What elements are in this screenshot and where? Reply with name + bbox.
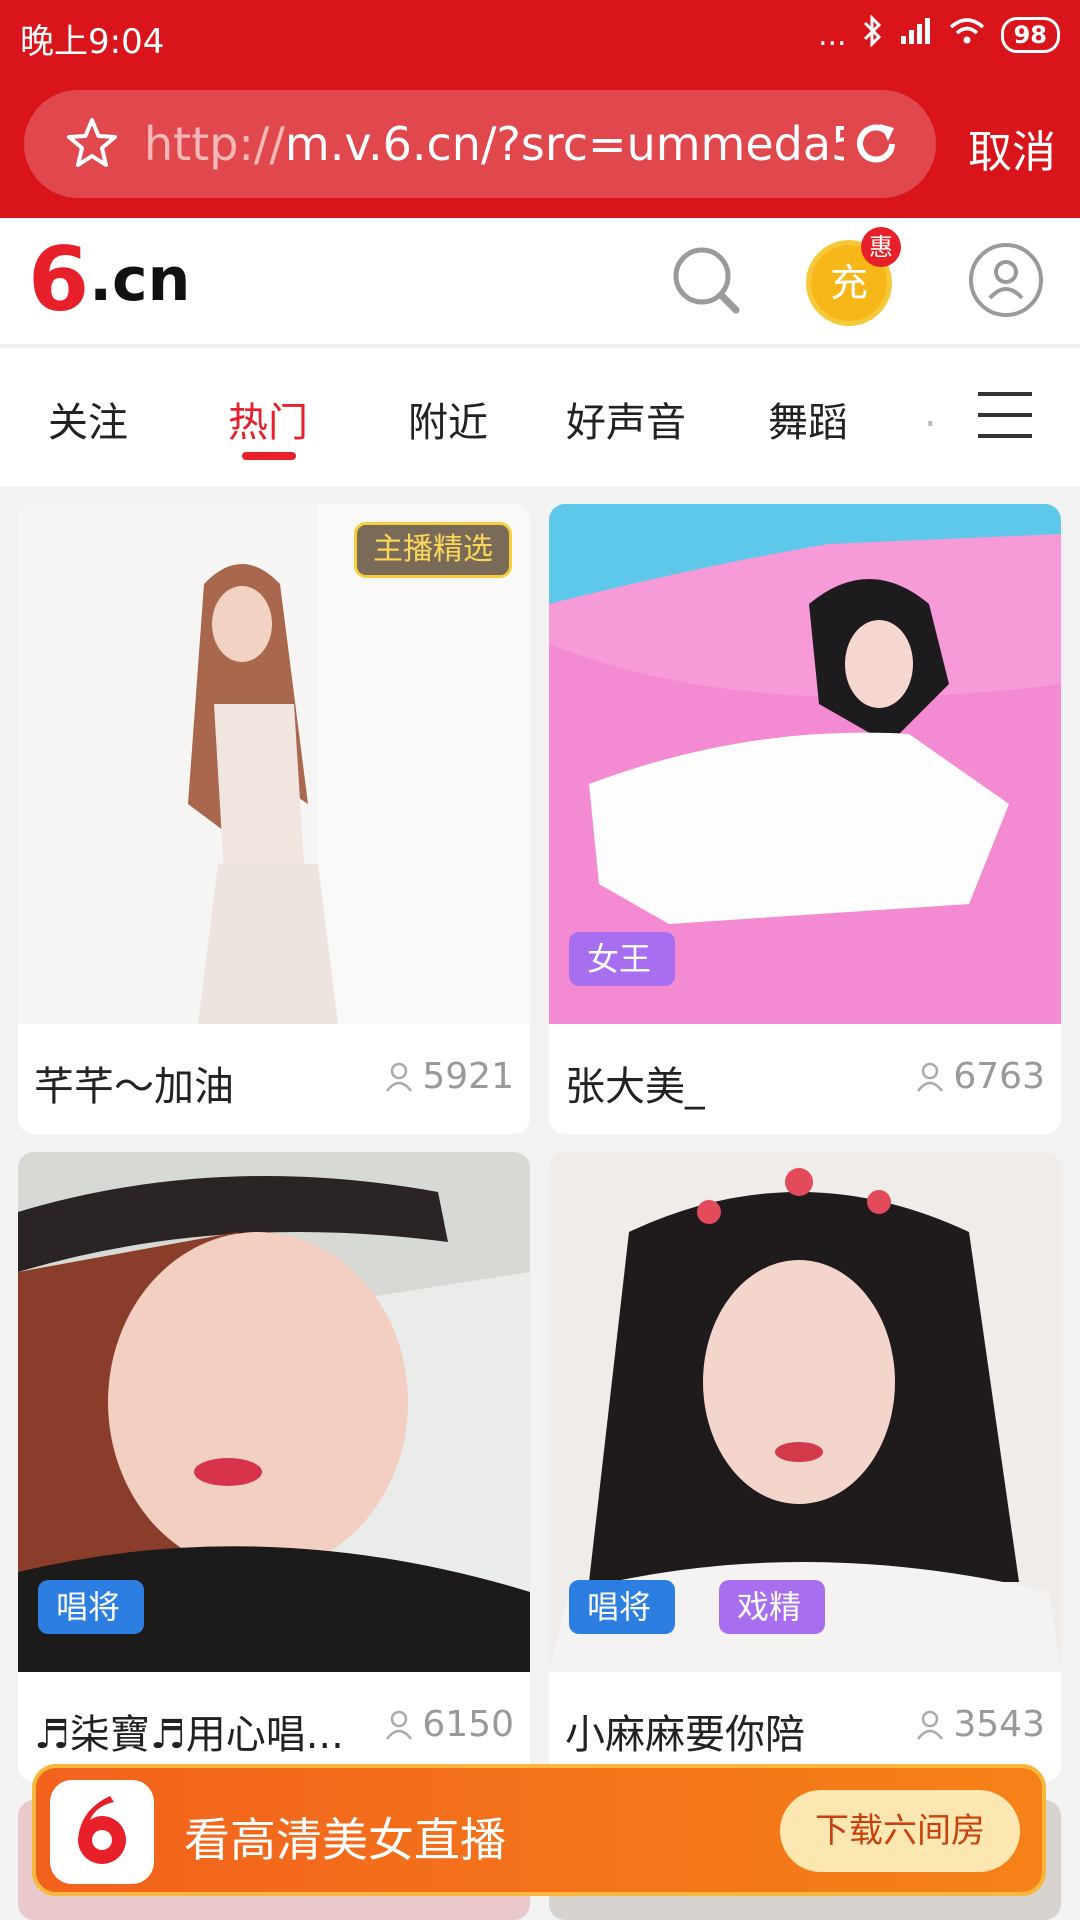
viewer-icon bbox=[917, 1062, 944, 1092]
url-scheme: http:// bbox=[144, 117, 285, 171]
category-tabs: 关注 热门 附近 好声音 舞蹈 . bbox=[0, 348, 1080, 486]
viewer-count-value: 6150 bbox=[422, 1704, 514, 1745]
cancel-button[interactable]: 取消 bbox=[968, 116, 1056, 180]
reload-icon[interactable] bbox=[846, 114, 906, 174]
streamer-name: 张大美_ bbox=[565, 1064, 705, 1110]
recharge-label: 充 bbox=[829, 261, 868, 305]
download-button[interactable]: 下载六间房 bbox=[780, 1790, 1020, 1872]
battery-indicator: 98 bbox=[1000, 17, 1060, 53]
tag-singer: 唱将 bbox=[569, 1580, 676, 1634]
site-logo[interactable]: 6 .cn bbox=[28, 228, 191, 331]
card-caption: 芊芊～加油 5921 bbox=[18, 1024, 530, 1134]
tab-dance[interactable]: 舞蹈 bbox=[768, 390, 848, 448]
download-app-banner[interactable]: 看高清美女直播 下载六间房 bbox=[32, 1764, 1046, 1896]
url-host-path: m.v.6.cn/?src=ummeda56 bbox=[284, 117, 844, 171]
tab-nearby[interactable]: 附近 bbox=[408, 390, 488, 448]
stream-card[interactable]: 唱将 ♬柒寶♬用心唱... 6150 bbox=[18, 1152, 530, 1782]
tab-hot[interactable]: 热门 bbox=[228, 390, 308, 448]
status-icons: ... 98 bbox=[818, 14, 1060, 56]
streamer-name: ♬柒寶♬用心唱... bbox=[34, 1712, 344, 1758]
recharge-button[interactable]: 充 惠 bbox=[806, 227, 901, 326]
logo-six: 6 bbox=[28, 228, 90, 331]
tab-overflow[interactable]: . bbox=[924, 390, 937, 436]
viewer-count-value: 5921 bbox=[422, 1056, 514, 1097]
tag-queen: 女王 bbox=[569, 932, 676, 986]
address-bar[interactable]: http://m.v.6.cn/?src=ummeda56 bbox=[24, 90, 936, 198]
user-icon[interactable] bbox=[966, 240, 1046, 320]
viewer-count: 6763 bbox=[915, 1056, 1045, 1097]
streamer-name: 芊芊～加油 bbox=[34, 1064, 234, 1110]
tag-singer: 唱将 bbox=[38, 1580, 145, 1634]
status-time: 晚上9:04 bbox=[20, 22, 165, 62]
stream-card[interactable]: 主播精选 芊芊～加油 5921 bbox=[18, 504, 530, 1134]
card-caption: 张大美_ 6763 bbox=[549, 1024, 1061, 1134]
viewer-count-value: 3543 bbox=[953, 1704, 1045, 1745]
active-tab-indicator bbox=[242, 452, 296, 460]
viewer-count: 3543 bbox=[915, 1704, 1045, 1745]
tab-good-voice[interactable]: 好声音 bbox=[566, 390, 686, 448]
featured-badge: 主播精选 bbox=[354, 522, 512, 578]
viewer-icon bbox=[917, 1710, 944, 1740]
app-logo-icon bbox=[50, 1780, 154, 1884]
streamer-name: 小麻麻要你陪 bbox=[565, 1712, 805, 1758]
tag-drama: 戏精 bbox=[719, 1580, 826, 1634]
url-text[interactable]: http://m.v.6.cn/?src=ummeda56 bbox=[144, 114, 844, 174]
viewer-icon bbox=[386, 1710, 413, 1740]
signal-icon bbox=[899, 16, 933, 54]
viewer-icon bbox=[386, 1062, 413, 1092]
browser-toolbar: http://m.v.6.cn/?src=ummeda56 取消 bbox=[0, 70, 1080, 218]
bookmark-star-icon[interactable] bbox=[62, 114, 122, 174]
more-dots-icon: ... bbox=[817, 17, 847, 53]
viewer-count-value: 6763 bbox=[953, 1056, 1045, 1097]
menu-icon[interactable] bbox=[978, 392, 1032, 438]
bluetooth-icon bbox=[861, 14, 885, 56]
site-header: 6 .cn 充 惠 bbox=[0, 218, 1080, 346]
logo-cn: .cn bbox=[89, 245, 191, 315]
stream-card[interactable]: 唱将 戏精 小麻麻要你陪 3543 bbox=[549, 1152, 1061, 1782]
banner-text: 看高清美女直播 bbox=[184, 1813, 506, 1867]
viewer-count: 5921 bbox=[384, 1056, 514, 1097]
wifi-icon bbox=[947, 16, 987, 54]
stream-thumbnail bbox=[18, 504, 530, 1024]
search-icon[interactable] bbox=[666, 240, 746, 320]
tab-follow[interactable]: 关注 bbox=[48, 390, 128, 448]
status-bar: 晚上9:04 ... 98 bbox=[0, 0, 1080, 70]
discount-badge: 惠 bbox=[861, 227, 901, 267]
stream-card[interactable]: 女王 张大美_ 6763 bbox=[549, 504, 1061, 1134]
viewer-count: 6150 bbox=[384, 1704, 514, 1745]
